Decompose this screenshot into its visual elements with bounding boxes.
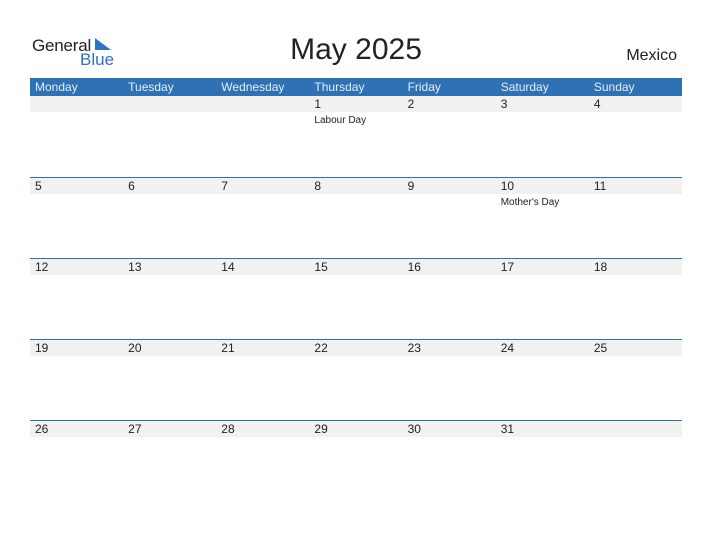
day-number: 30	[407, 422, 421, 436]
holiday-label: Labour Day	[314, 115, 367, 126]
day-cell: 16	[403, 259, 496, 339]
day-cell: 3	[496, 96, 589, 177]
day-cell: 29	[309, 421, 402, 501]
day-cell: 7	[216, 178, 309, 258]
day-cell	[123, 96, 216, 177]
day-number: 18	[593, 260, 608, 274]
day-number: 23	[407, 341, 421, 355]
day-cell: 14	[216, 259, 309, 339]
day-number: 11	[593, 179, 607, 193]
day-number: 26	[35, 422, 49, 436]
day-number: 13	[128, 260, 142, 274]
day-cell: 23	[403, 340, 496, 420]
week-row: 19 20 21 22 23 24 25	[30, 339, 682, 420]
day-cell: 4	[589, 96, 682, 177]
weekday-friday: Friday	[407, 80, 441, 94]
day-number: 15	[314, 260, 328, 274]
weekday-sunday: Sunday	[593, 80, 635, 94]
day-cell	[589, 421, 682, 501]
day-number: 17	[500, 260, 515, 274]
day-number: 20	[128, 341, 142, 355]
day-number: 14	[221, 260, 235, 274]
day-number: 12	[35, 260, 49, 274]
day-number: 16	[407, 260, 421, 274]
day-cell: 26	[30, 421, 123, 501]
day-number: 22	[314, 341, 328, 355]
day-number: 10	[500, 179, 515, 193]
day-cell: 2	[403, 96, 496, 177]
day-cell: 27	[123, 421, 216, 501]
weekday-monday: Monday	[35, 80, 78, 94]
calendar-title: May 2025	[290, 33, 422, 66]
day-cell: 24	[496, 340, 589, 420]
day-cell: 11	[589, 178, 682, 258]
day-number: 31	[500, 422, 515, 436]
day-cell: 17	[496, 259, 589, 339]
day-number: 21	[221, 341, 235, 355]
day-number: 8	[314, 179, 322, 193]
weekday-header: Monday Tuesday Wednesday Thursday Friday…	[30, 78, 682, 96]
day-number: 6	[128, 179, 135, 193]
day-number: 19	[35, 341, 49, 355]
week-row: 12 13 14 15 16 17 18	[30, 258, 682, 339]
weekday-tuesday: Tuesday	[128, 80, 174, 94]
day-number: 5	[35, 179, 42, 193]
day-cell: 13	[123, 259, 216, 339]
day-number: 27	[128, 422, 142, 436]
day-cell: 31	[496, 421, 589, 501]
day-cell: 15	[309, 259, 402, 339]
day-cell	[30, 96, 123, 177]
day-number: 9	[407, 179, 415, 193]
weekday-saturday: Saturday	[500, 80, 549, 94]
day-cell: 28	[216, 421, 309, 501]
day-cell	[216, 96, 309, 177]
day-cell: 12	[30, 259, 123, 339]
day-cell: 30	[403, 421, 496, 501]
day-cell: 25	[589, 340, 682, 420]
day-number: 2	[407, 97, 415, 111]
day-cell: 10 Mother's Day	[496, 178, 589, 258]
day-cell: 1 Labour Day	[309, 96, 402, 177]
holiday-label: Mother's Day	[500, 197, 560, 208]
week-row: 26 27 28 29 30 31	[30, 420, 682, 501]
day-cell: 22	[309, 340, 402, 420]
day-cell: 8	[309, 178, 402, 258]
day-number: 4	[593, 97, 601, 111]
week-row: 1 Labour Day 2 3 4	[30, 96, 682, 177]
day-number: 29	[314, 422, 328, 436]
day-number: 3	[500, 97, 508, 111]
day-cell: 20	[123, 340, 216, 420]
country-label: Mexico	[626, 47, 677, 64]
day-cell: 6	[123, 178, 216, 258]
weekday-thursday: Thursday	[314, 80, 365, 94]
weekday-wednesday: Wednesday	[221, 80, 285, 94]
day-number: 25	[593, 341, 608, 355]
day-cell: 18	[589, 259, 682, 339]
day-number: 28	[221, 422, 235, 436]
day-number: 1	[314, 97, 322, 111]
week-row: 5 6 7 8 9 10 Mother's Day 11	[30, 177, 682, 258]
day-cell: 9	[403, 178, 496, 258]
day-number: 24	[500, 341, 515, 355]
day-number: 7	[221, 179, 228, 193]
day-cell: 19	[30, 340, 123, 420]
day-cell: 5	[30, 178, 123, 258]
day-cell: 21	[216, 340, 309, 420]
